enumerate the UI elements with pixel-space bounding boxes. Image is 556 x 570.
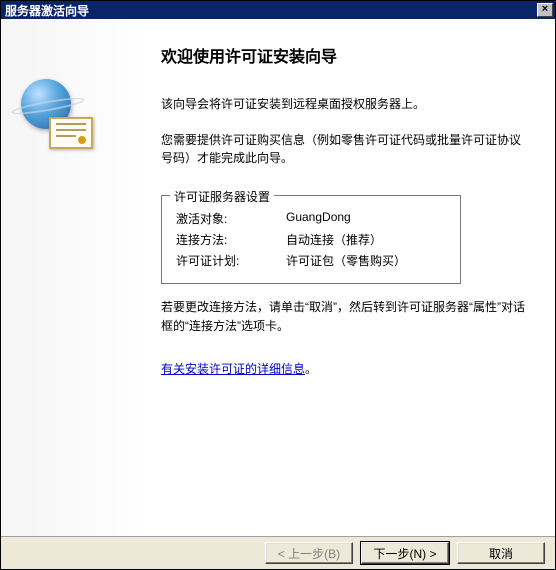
connection-note: 若要更改连接方法，请单击“取消”，然后转到许可证服务器“属性”对话框的“连接方法… xyxy=(161,298,525,336)
button-bar: < 上一步(B) 下一步(N) > 取消 xyxy=(1,537,555,569)
row-value: GuangDong xyxy=(286,210,446,227)
link-suffix: 。 xyxy=(305,362,317,376)
row-label: 激活对象: xyxy=(176,210,286,227)
description-2: 您需要提供许可证购买信息（例如零售许可证代码或批量许可证协议号码）才能完成此向导… xyxy=(161,131,525,167)
cancel-button[interactable]: 取消 xyxy=(457,542,545,564)
row-label: 许可证计划: xyxy=(176,252,286,269)
certificate-icon xyxy=(49,117,93,149)
row-value: 自动连接（推荐） xyxy=(286,231,446,248)
titlebar: 服务器激活向导 × xyxy=(1,1,555,19)
content-area: 欢迎使用许可证安装向导 该向导会将许可证安装到远程桌面授权服务器上。 您需要提供… xyxy=(1,19,555,537)
close-icon: × xyxy=(542,3,548,15)
window-title: 服务器激活向导 xyxy=(5,2,89,19)
settings-row: 激活对象: GuangDong xyxy=(176,210,446,227)
wizard-main: 欢迎使用许可证安装向导 该向导会将许可证安装到远程桌面授权服务器上。 您需要提供… xyxy=(151,19,555,536)
description-1: 该向导会将许可证安装到远程桌面授权服务器上。 xyxy=(161,95,525,113)
client-area: 欢迎使用许可证安装向导 该向导会将许可证安装到远程桌面授权服务器上。 您需要提供… xyxy=(1,19,555,569)
wizard-window: 服务器激活向导 × 欢迎使用许可证安装向导 该向导会将许可 xyxy=(0,0,556,570)
close-button[interactable]: × xyxy=(537,3,553,17)
row-value: 许可证包（零售购买） xyxy=(286,252,446,269)
settings-row: 许可证计划: 许可证包（零售购买） xyxy=(176,252,446,269)
wizard-graphic xyxy=(21,79,71,129)
next-button[interactable]: 下一步(N) > xyxy=(361,542,449,564)
server-settings-group: 许可证服务器设置 激活对象: GuangDong 连接方法: 自动连接（推荐） … xyxy=(161,195,461,284)
details-link[interactable]: 有关安装许可证的详细信息 xyxy=(161,362,305,376)
page-heading: 欢迎使用许可证安装向导 xyxy=(161,43,525,67)
row-label: 连接方法: xyxy=(176,231,286,248)
group-title: 许可证服务器设置 xyxy=(170,188,274,205)
wizard-sidebar xyxy=(1,19,151,536)
settings-row: 连接方法: 自动连接（推荐） xyxy=(176,231,446,248)
back-button[interactable]: < 上一步(B) xyxy=(265,542,353,564)
info-link-line: 有关安装许可证的详细信息。 xyxy=(161,360,525,377)
